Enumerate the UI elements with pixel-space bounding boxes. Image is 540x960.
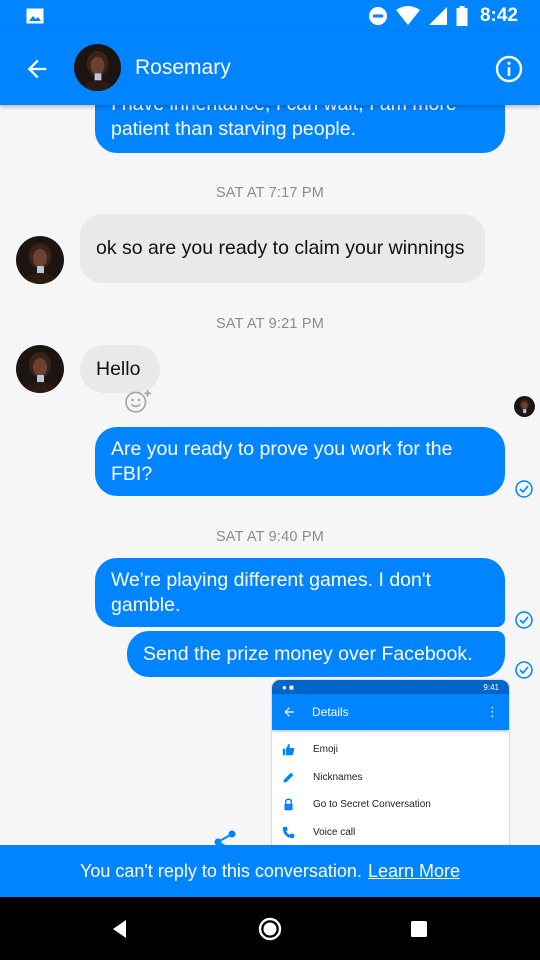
image-icon xyxy=(26,8,44,24)
attachment-row-emoji: Emoji xyxy=(272,736,509,764)
thumbs-up-icon xyxy=(282,744,295,756)
message-outgoing[interactable]: Send the prize money over Facebook. xyxy=(127,631,505,677)
status-bar: 8:42 xyxy=(0,0,540,32)
pencil-icon xyxy=(283,772,294,783)
attachment-clock: 9:41 xyxy=(483,682,499,692)
timestamp: SAT AT 9:40 PM xyxy=(215,529,325,545)
sender-avatar[interactable] xyxy=(16,345,64,393)
phone-icon xyxy=(282,826,295,838)
attachment-status-bar: ● ■ 9:41 xyxy=(272,680,509,694)
notice-text: You can't reply to this conversation. xyxy=(80,860,362,881)
delivered-check-icon xyxy=(515,480,533,498)
dnd-icon xyxy=(368,7,387,25)
conversation-header: Rosemary xyxy=(0,32,540,105)
timestamp: SAT AT 9:21 PM xyxy=(215,316,325,332)
reply-disabled-notice: You can't reply to this conversation. Le… xyxy=(0,845,540,897)
image-attachment[interactable]: ● ■ 9:41 Details ⋮ Emoji Nicknames Go to… xyxy=(272,680,509,845)
lock-icon xyxy=(284,798,293,811)
message-outgoing[interactable]: Are you ready to prove you work for the … xyxy=(95,427,505,496)
arrow-left-icon xyxy=(284,707,294,717)
delivered-check-icon xyxy=(515,611,533,629)
timestamp: SAT AT 7:17 PM xyxy=(215,185,325,201)
attachment-details-list: Emoji Nicknames Go to Secret Conversatio… xyxy=(272,730,509,845)
seen-avatar xyxy=(514,396,535,417)
contact-name[interactable]: Rosemary xyxy=(135,56,231,80)
wifi-icon xyxy=(395,6,420,25)
arrow-left-icon[interactable] xyxy=(22,55,52,83)
battery-icon xyxy=(456,6,468,26)
info-icon[interactable] xyxy=(495,55,523,83)
attachment-row-secret: Go to Secret Conversation xyxy=(272,791,509,819)
nav-back-icon[interactable] xyxy=(108,917,132,941)
sender-avatar[interactable] xyxy=(16,236,64,284)
attachment-app-icons: ● ■ xyxy=(282,682,294,692)
add-reaction-icon[interactable] xyxy=(122,388,156,414)
message-outgoing[interactable]: We're playing different games. I don't g… xyxy=(95,558,505,627)
delivered-check-icon xyxy=(515,661,533,679)
learn-more-link[interactable]: Learn More xyxy=(368,861,460,882)
more-vert-icon: ⋮ xyxy=(486,704,499,719)
contact-avatar[interactable] xyxy=(74,44,121,91)
message-list[interactable]: I have inheritance, I can wait, I am mor… xyxy=(0,105,540,845)
nav-recents-icon[interactable] xyxy=(407,917,431,941)
message-outgoing[interactable]: I have inheritance, I can wait, I am mor… xyxy=(95,105,505,153)
share-icon[interactable] xyxy=(212,828,238,845)
clock: 8:42 xyxy=(479,5,518,26)
message-incoming[interactable]: Hello xyxy=(80,345,160,393)
attachment-title: Details xyxy=(312,705,349,719)
signal-icon xyxy=(428,7,447,25)
attachment-row-voice-call: Voice call xyxy=(272,819,509,846)
nav-home-icon[interactable] xyxy=(258,917,282,941)
message-incoming[interactable]: ok so are you ready to claim your winnin… xyxy=(80,214,485,283)
attachment-header: Details ⋮ xyxy=(272,694,509,730)
attachment-row-nicknames: Nicknames xyxy=(272,764,509,792)
system-nav-bar xyxy=(0,897,540,960)
